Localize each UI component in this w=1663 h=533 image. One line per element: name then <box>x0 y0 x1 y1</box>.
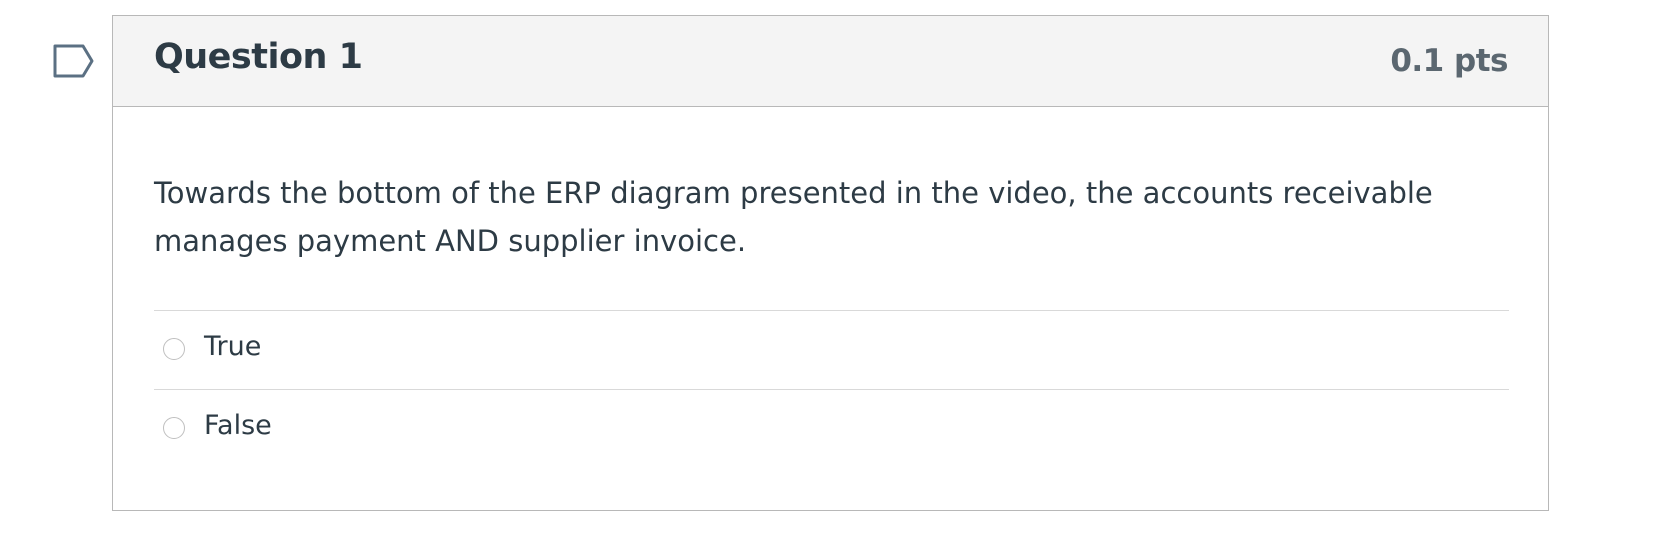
question-header: Question 1 0.1 pts <box>113 16 1548 107</box>
answer-option-false[interactable]: False <box>154 389 1509 468</box>
answer-option-true[interactable]: True <box>154 310 1509 389</box>
flag-question-icon[interactable] <box>53 44 95 78</box>
question-points: 0.1 pts <box>1390 43 1508 79</box>
quiz-page: Question 1 0.1 pts Towards the bottom of… <box>0 0 1663 533</box>
answer-list: True False <box>154 310 1509 468</box>
radio-button-false[interactable] <box>163 417 185 439</box>
question-card: Question 1 0.1 pts Towards the bottom of… <box>112 15 1549 511</box>
question-title: Question 1 <box>154 37 363 77</box>
question-text: Towards the bottom of the ERP diagram pr… <box>154 176 1433 258</box>
answer-label-false: False <box>204 410 272 441</box>
radio-button-true[interactable] <box>163 338 185 360</box>
answer-label-true: True <box>204 331 262 362</box>
